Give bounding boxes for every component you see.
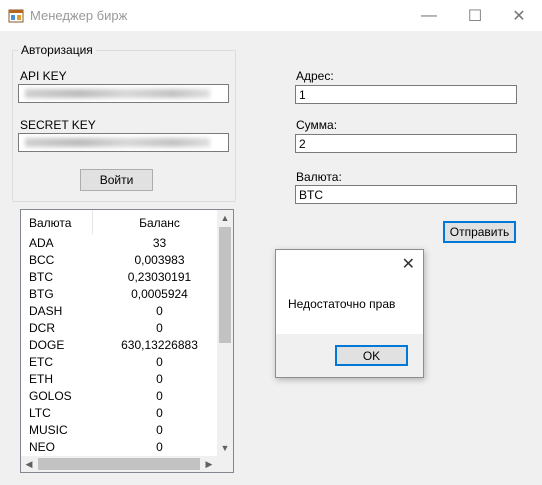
balance-amount: 0 [156,406,163,420]
secret-key-input[interactable] [18,133,229,152]
balance-row[interactable]: MUSIC 0 [21,422,217,439]
balance-amount: 0 [156,423,163,437]
balance-row[interactable]: DCR 0 [21,320,217,337]
balance-currency: BCC [29,253,55,267]
amount-label: Сумма: [296,118,338,132]
window-title: Менеджер бирж [30,8,128,23]
redacted-value [25,138,210,147]
redacted-value [25,89,210,98]
listview-rows: ADA 33 BCC 0,003983 BTC 0,23030191 BTG 0,000592… [21,235,217,456]
balances-listview[interactable]: Валюта Баланс ADA 33 BCC 0,003983 BTC 0,23030… [20,209,234,473]
balance-row[interactable]: ADA 33 [21,235,217,252]
currency-input[interactable]: BTC [295,185,517,204]
balance-amount: 0,23030191 [127,270,192,284]
balance-row[interactable]: ETH 0 [21,371,217,388]
dialog-close-button[interactable]: ✕ [402,254,415,274]
scroll-down-arrow-icon[interactable]: ▼ [217,440,233,456]
balance-currency: DCR [29,321,55,335]
minimize-button[interactable]: — [406,0,452,31]
balance-amount: 0 [156,389,163,403]
balance-amount: 630,13226883 [121,338,198,352]
address-label: Адрес: [296,69,334,83]
balance-row[interactable]: NEO 0 [21,439,217,456]
horizontal-scrollbar[interactable]: ◀ ▶ [21,456,217,472]
balance-currency: BTC [29,270,53,284]
balance-amount: 0 [156,304,163,318]
balance-row[interactable]: DASH 0 [21,303,217,320]
balance-row[interactable]: BTC 0,23030191 [21,269,217,286]
balance-amount: 0 [156,440,163,454]
balance-currency: ETH [29,372,53,386]
balance-row[interactable]: ETC 0 [21,354,217,371]
address-input[interactable]: 1 [295,85,517,104]
ok-button[interactable]: OK [335,345,408,366]
dialog-message: Недостаточно прав [288,297,396,311]
balance-amount: 33 [152,236,167,250]
api-key-label: API KEY [20,69,67,83]
column-header-balance[interactable]: Баланс [93,216,226,230]
api-key-input[interactable] [18,84,229,103]
balance-currency: DOGE [29,338,65,352]
scroll-up-arrow-icon[interactable]: ▲ [217,210,233,226]
vertical-scroll-thumb[interactable] [219,227,231,343]
currency-label: Валюта: [296,170,342,184]
scroll-corner [217,456,233,472]
balance-currency: GOLOS [29,389,72,403]
balance-currency: BTG [29,287,54,301]
balance-row[interactable]: BCC 0,003983 [21,252,217,269]
balance-currency: NEO [29,440,56,454]
send-button[interactable]: Отправить [443,221,516,243]
balance-currency: MUSIC [29,423,68,437]
auth-group-title: Авторизация [18,43,96,57]
balance-row[interactable]: LTC 0 [21,405,217,422]
balance-currency: ADA [29,236,54,250]
balance-currency: ETC [29,355,53,369]
balance-currency: DASH [29,304,63,318]
scroll-left-arrow-icon[interactable]: ◀ [21,456,37,472]
scroll-right-arrow-icon[interactable]: ▶ [201,456,217,472]
listview-header: Валюта Баланс [21,210,217,234]
balance-amount: 0 [156,372,163,386]
balance-amount: 0 [156,355,163,369]
dialog-footer: OK [276,334,423,377]
maximize-button[interactable]: ☐ [452,0,498,31]
title-bar: Менеджер бирж — ☐ ✕ [0,0,542,31]
amount-input[interactable]: 2 [295,134,517,153]
close-window-button[interactable]: ✕ [496,0,542,31]
app-window-icon [8,9,24,23]
balance-currency: LTC [29,406,51,420]
horizontal-scroll-thumb[interactable] [38,458,200,470]
balance-amount: 0 [156,321,163,335]
balance-row[interactable]: GOLOS 0 [21,388,217,405]
vertical-scrollbar[interactable]: ▲ ▼ [217,210,233,456]
balance-row[interactable]: DOGE 630,13226883 [21,337,217,354]
column-header-currency[interactable]: Валюта [29,216,71,230]
balance-amount: 0,003983 [134,253,185,267]
balance-row[interactable]: BTG 0,0005924 [21,286,217,303]
balance-amount: 0,0005924 [131,287,188,301]
message-dialog: ✕ Недостаточно прав OK [275,249,424,378]
login-button[interactable]: Войти [80,169,153,191]
secret-key-label: SECRET KEY [20,118,96,132]
